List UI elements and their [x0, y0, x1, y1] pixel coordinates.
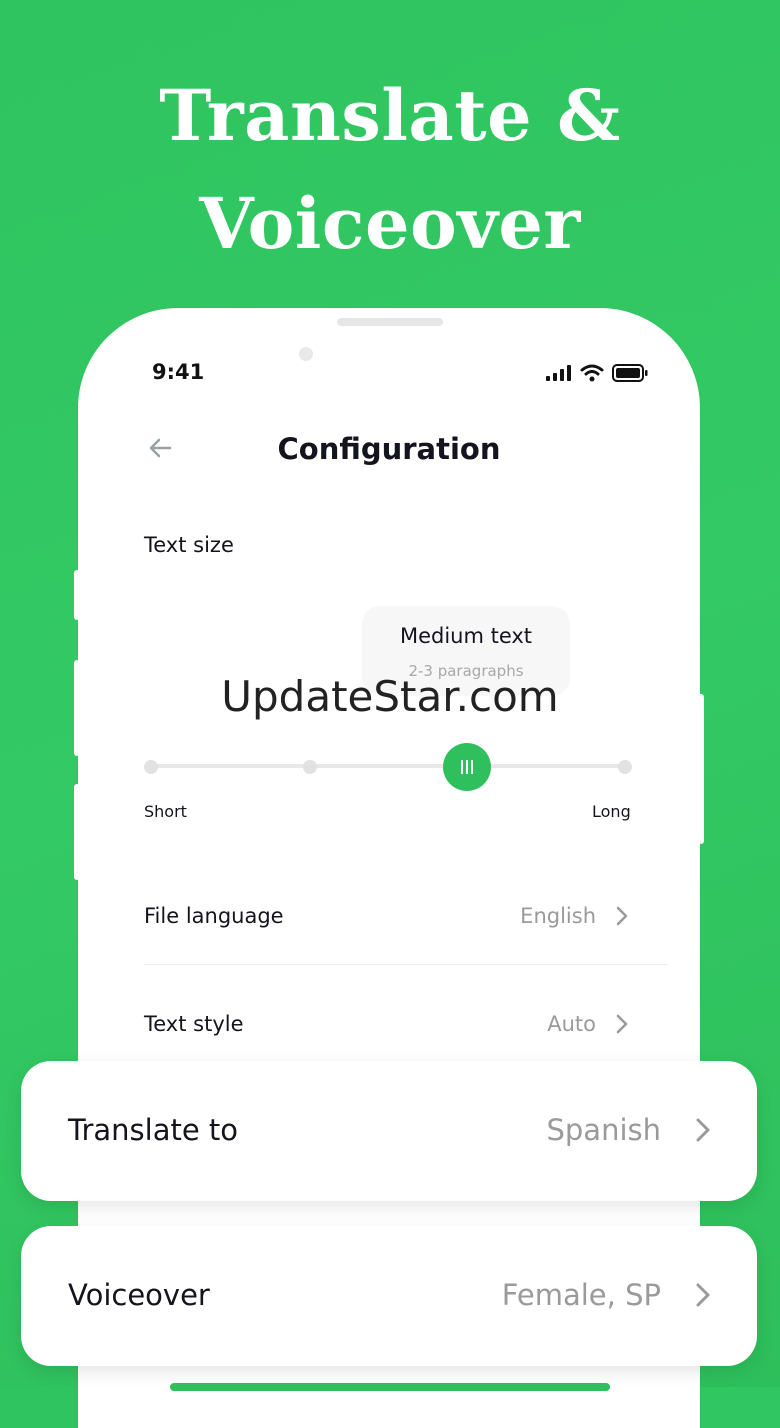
divider — [144, 964, 668, 965]
hero-title-line1: Translate & — [159, 74, 621, 157]
text-size-label: Text size — [144, 533, 234, 557]
card-label: Voiceover — [68, 1278, 210, 1312]
card-value: Spanish — [546, 1113, 661, 1147]
slider-track[interactable] — [152, 764, 626, 768]
file-language-row[interactable]: File language English — [144, 898, 634, 938]
row-label: Text style — [144, 1012, 244, 1036]
card-label: Translate to — [68, 1113, 239, 1147]
slider-step[interactable] — [618, 760, 632, 774]
text-style-row[interactable]: Text style Auto — [144, 1006, 634, 1046]
bottom-button-edge[interactable] — [170, 1383, 610, 1391]
slider-step[interactable] — [303, 760, 317, 774]
chevron-right-icon — [616, 906, 628, 926]
slider-min-label: Short — [144, 802, 187, 821]
voiceover-card[interactable]: Voiceover Female, SP — [21, 1226, 757, 1366]
slider-step[interactable] — [144, 760, 158, 774]
watermark: UpdateStar.com — [221, 672, 559, 721]
slider-thumb[interactable] — [443, 743, 491, 791]
card-value: Female, SP — [501, 1278, 661, 1312]
status-icons — [546, 364, 648, 382]
slider-max-label: Long — [592, 802, 631, 821]
hero-title: Translate & Voiceover — [0, 62, 780, 278]
status-time: 9:41 — [152, 360, 205, 384]
row-value: English — [520, 904, 596, 928]
chevron-right-icon — [696, 1283, 710, 1307]
battery-icon — [612, 364, 648, 382]
chevron-right-icon — [616, 1014, 628, 1034]
hero-title-line2: Voiceover — [199, 182, 581, 265]
page-title: Configuration — [277, 432, 501, 466]
translate-to-card[interactable]: Translate to Spanish — [21, 1061, 757, 1201]
signal-icon — [546, 365, 571, 381]
wifi-icon — [580, 364, 604, 382]
row-label: File language — [144, 904, 284, 928]
grip-icon — [461, 760, 473, 774]
tooltip-title: Medium text — [399, 624, 533, 648]
chevron-right-icon — [696, 1118, 710, 1142]
phone-camera — [299, 347, 313, 361]
phone-speaker — [337, 318, 443, 326]
row-value: Auto — [547, 1012, 596, 1036]
